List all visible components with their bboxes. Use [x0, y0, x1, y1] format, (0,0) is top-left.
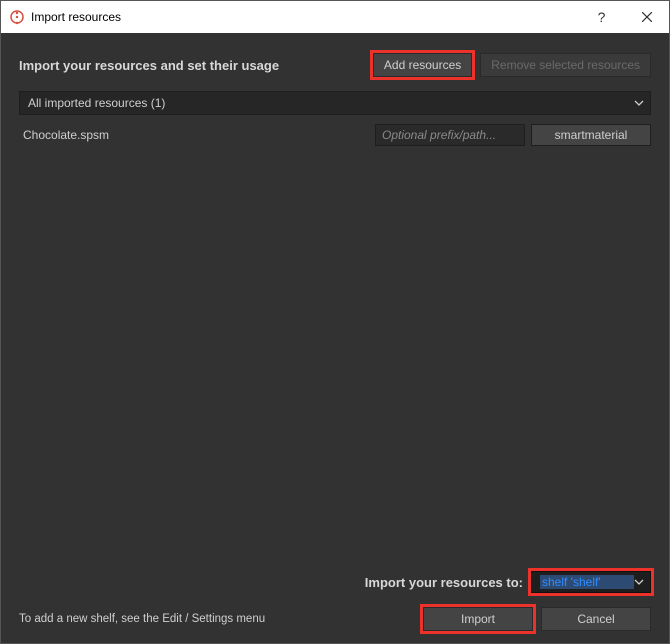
- header-row: Import your resources and set their usag…: [19, 53, 651, 77]
- import-destination-row: Import your resources to: shelf 'shelf': [19, 571, 651, 593]
- import-button[interactable]: Import: [423, 607, 533, 631]
- titlebar: Import resources ?: [1, 1, 669, 33]
- add-resources-button[interactable]: Add resources: [373, 53, 472, 77]
- footer-area: Import your resources to: shelf 'shelf' …: [19, 571, 651, 631]
- shelf-value: shelf 'shelf': [540, 575, 634, 589]
- app-logo-icon: [9, 9, 25, 25]
- resource-type-value: smartmaterial: [555, 128, 628, 142]
- prefix-input[interactable]: Optional prefix/path...: [375, 124, 525, 146]
- resource-type-dropdown[interactable]: smartmaterial: [531, 124, 651, 146]
- shelf-dropdown[interactable]: shelf 'shelf': [531, 571, 651, 593]
- shelf-hint: To add a new shelf, see the Edit / Setti…: [19, 613, 415, 625]
- close-button[interactable]: [624, 1, 669, 33]
- resources-filter-label: All imported resources (1): [28, 96, 634, 110]
- prefix-placeholder: Optional prefix/path...: [382, 128, 496, 142]
- help-button[interactable]: ?: [579, 1, 624, 33]
- resource-row: Chocolate.spsm Optional prefix/path... s…: [19, 121, 651, 149]
- resource-name: Chocolate.spsm: [19, 128, 369, 142]
- resources-filter-dropdown[interactable]: All imported resources (1): [19, 91, 651, 115]
- footer-row: To add a new shelf, see the Edit / Setti…: [19, 607, 651, 631]
- import-to-label: Import your resources to:: [365, 575, 523, 590]
- remove-selected-button: Remove selected resources: [480, 53, 651, 77]
- cancel-button[interactable]: Cancel: [541, 607, 651, 631]
- chevron-down-icon: [634, 97, 644, 109]
- heading: Import your resources and set their usag…: [19, 58, 365, 73]
- chevron-down-icon: [634, 576, 644, 588]
- dialog-content: Import your resources and set their usag…: [1, 33, 669, 643]
- window-title: Import resources: [31, 10, 121, 24]
